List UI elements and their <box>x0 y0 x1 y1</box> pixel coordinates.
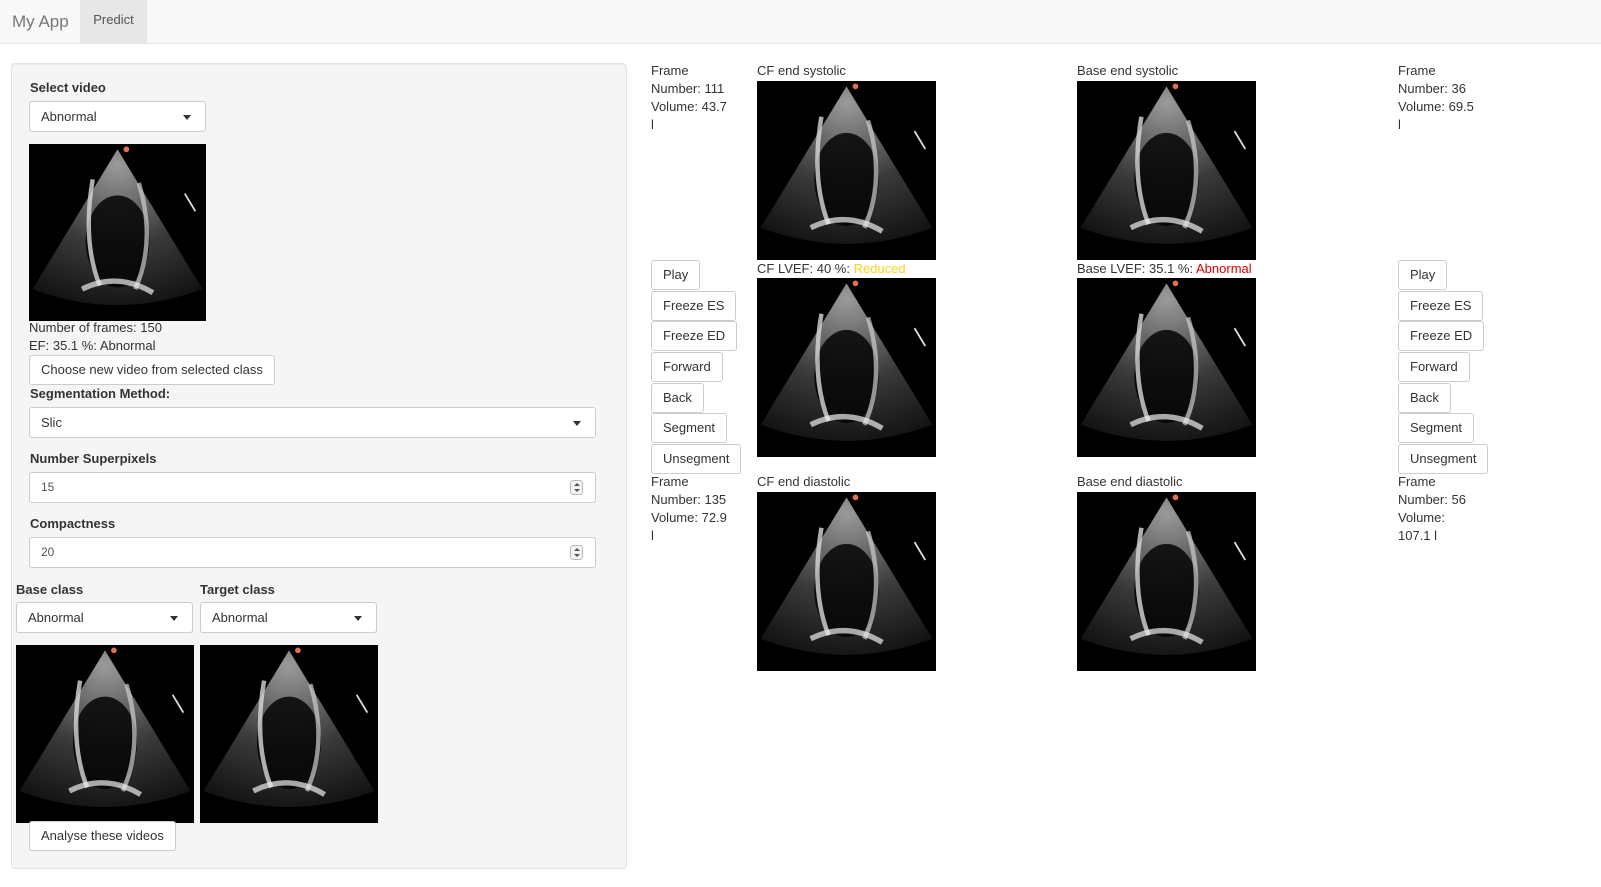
echo-image-icon <box>29 144 206 321</box>
tab-predict[interactable]: Predict <box>80 0 147 44</box>
base-class-dropdown[interactable]: Abnormal <box>16 602 193 633</box>
right-forward-button[interactable]: Forward <box>1398 352 1470 382</box>
chevron-down-icon <box>170 616 178 621</box>
right-top-volume: Volume: 69.5 <box>1398 99 1474 114</box>
echo-image-icon <box>1077 81 1256 260</box>
echo-image-icon <box>757 81 936 260</box>
chevron-down-icon <box>183 115 191 120</box>
left-top-unit: l <box>651 117 654 132</box>
left-back-button[interactable]: Back <box>651 383 704 413</box>
right-bottom-number: Number: 56 <box>1398 492 1466 507</box>
cf-lvef-video <box>757 278 936 457</box>
base-end-systolic-image <box>1077 81 1256 260</box>
right-top-unit: l <box>1398 117 1401 132</box>
choose-new-video-button[interactable]: Choose new video from selected class <box>29 355 275 385</box>
cf-lvef-status: Reduced <box>853 261 906 276</box>
left-forward-button[interactable]: Forward <box>651 352 723 382</box>
base-end-systolic-label: Base end systolic <box>1077 63 1179 78</box>
right-top-frame: Frame <box>1398 63 1436 78</box>
echo-image-icon <box>1077 492 1256 671</box>
base-class-value: Abnormal <box>28 610 84 625</box>
cf-end-systolic-label: CF end systolic <box>757 63 846 78</box>
left-freeze-es-button[interactable]: Freeze ES <box>651 291 737 321</box>
right-bottom-unit: 107.1 l <box>1398 528 1438 543</box>
select-video-dropdown[interactable]: Abnormal <box>29 101 206 132</box>
base-class-label: Base class <box>16 582 84 597</box>
base-end-diastolic-image <box>1077 492 1256 671</box>
left-bottom-unit: l <box>651 528 654 543</box>
left-segment-button[interactable]: Segment <box>651 413 728 443</box>
navbar: My App Predict <box>0 0 1601 44</box>
base-lvef-video <box>1077 278 1256 457</box>
sidebar-panel: Select video Abnormal Number of frames: … <box>11 63 627 869</box>
cf-end-diastolic-label: CF end diastolic <box>757 474 851 489</box>
right-top-number: Number: 36 <box>1398 81 1466 96</box>
cf-end-systolic-image <box>757 81 936 260</box>
base-lvef-text: Base LVEF: 35.1 %: Abnormal <box>1077 260 1252 278</box>
right-freeze-ed-button[interactable]: Freeze ED <box>1398 321 1485 351</box>
frames-count-text: Number of frames: 150 <box>29 320 162 335</box>
superpixels-label: Number Superpixels <box>30 451 157 466</box>
superpixels-input[interactable]: 15 <box>29 472 596 503</box>
compactness-input[interactable]: 20 <box>29 537 596 568</box>
base-lvef-status: Abnormal <box>1196 261 1252 276</box>
base-lvef-prefix: Base LVEF: 35.1 %: <box>1077 261 1196 276</box>
cf-end-diastolic-image <box>757 492 936 671</box>
cf-lvef-prefix: CF LVEF: 40 %: <box>757 261 854 276</box>
base-end-diastolic-label: Base end diastolic <box>1077 474 1183 489</box>
chevron-down-icon <box>573 421 581 426</box>
preview-video <box>29 144 206 321</box>
compactness-value: 20 <box>41 545 55 559</box>
compactness-label: Compactness <box>30 516 116 531</box>
right-segment-button[interactable]: Segment <box>1398 413 1475 443</box>
app-brand[interactable]: My App <box>12 12 69 32</box>
echo-image-icon <box>1077 278 1256 457</box>
select-video-value: Abnormal <box>41 109 97 124</box>
spinner-icon[interactable] <box>570 480 583 495</box>
segmentation-method-dropdown[interactable]: Slic <box>29 407 596 438</box>
target-class-video <box>200 645 378 823</box>
analyse-videos-button[interactable]: Analyse these videos <box>29 821 176 851</box>
left-top-frame: Frame <box>651 63 689 78</box>
target-class-label: Target class <box>200 582 275 597</box>
segmentation-method-value: Slic <box>41 415 62 430</box>
segmentation-method-label: Segmentation Method: <box>30 386 171 401</box>
right-unsegment-button[interactable]: Unsegment <box>1398 444 1489 474</box>
select-video-label: Select video <box>30 80 106 95</box>
left-bottom-volume: Volume: 72.9 <box>651 510 727 525</box>
left-play-button[interactable]: Play <box>651 260 701 290</box>
echo-image-icon <box>16 645 194 823</box>
ef-text: EF: 35.1 %: Abnormal <box>29 338 156 353</box>
left-top-volume: Volume: 43.7 <box>651 99 727 114</box>
left-top-number: Number: 111 <box>651 81 725 96</box>
right-back-button[interactable]: Back <box>1398 383 1451 413</box>
chevron-down-icon <box>354 616 362 621</box>
echo-image-icon <box>200 645 378 823</box>
spinner-icon[interactable] <box>570 545 583 560</box>
base-class-video <box>16 645 194 823</box>
cf-lvef-text: CF LVEF: 40 %: Reduced <box>757 260 906 278</box>
left-freeze-ed-button[interactable]: Freeze ED <box>651 321 738 351</box>
right-play-button[interactable]: Play <box>1398 260 1448 290</box>
echo-image-icon <box>757 492 936 671</box>
superpixels-value: 15 <box>41 480 55 494</box>
target-class-value: Abnormal <box>212 610 268 625</box>
echo-image-icon <box>757 278 936 457</box>
target-class-dropdown[interactable]: Abnormal <box>200 602 377 633</box>
right-bottom-volume: Volume: <box>1398 510 1445 525</box>
right-bottom-frame: Frame <box>1398 474 1436 489</box>
left-bottom-number: Number: 135 <box>651 492 727 507</box>
left-bottom-frame: Frame <box>651 474 689 489</box>
left-unsegment-button[interactable]: Unsegment <box>651 444 742 474</box>
right-freeze-es-button[interactable]: Freeze ES <box>1398 291 1484 321</box>
